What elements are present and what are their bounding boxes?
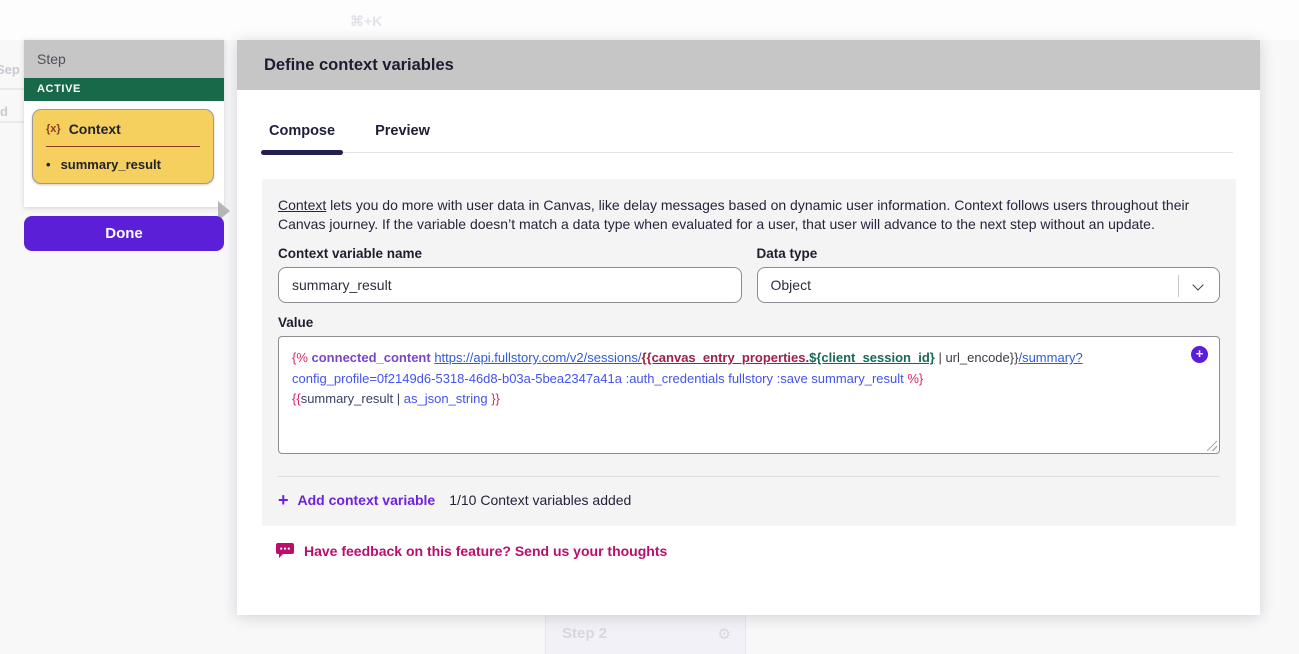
context-variable-list-item: • summary_result: [33, 147, 213, 183]
modal-header: Define context variables: [237, 40, 1260, 90]
step-popover: Step ACTIVE {x} Context • summary_result: [24, 40, 224, 207]
step-popover-title: Step: [24, 40, 224, 78]
bullet-icon: •: [46, 157, 51, 172]
background-divider: [0, 121, 24, 123]
tab-compose[interactable]: Compose: [261, 123, 343, 152]
type-field-label: Data type: [757, 246, 1221, 261]
context-card-header: {x} Context: [33, 110, 213, 144]
step-popover-body: {x} Context • summary_result: [24, 101, 224, 207]
modal-title: Define context variables: [237, 40, 1260, 90]
value-field-label: Value: [278, 315, 1220, 330]
tab-preview[interactable]: Preview: [367, 123, 438, 152]
select-divider: [1178, 275, 1179, 297]
canvas-backdrop: ⌘+K Sep d Step 2 ⚙ Step ACTIVE {x} Conte…: [0, 0, 1299, 654]
define-context-variables-modal: Define context variables Compose Preview…: [237, 40, 1260, 615]
name-field-group: Context variable name: [278, 246, 742, 303]
context-variables-icon: {x}: [46, 123, 61, 135]
context-description: Context lets you do more with user data …: [278, 196, 1220, 234]
variable-count-text: 1/10 Context variables added: [449, 492, 631, 508]
plus-circle-icon[interactable]: +: [1191, 346, 1208, 363]
context-card-title: Context: [69, 121, 121, 137]
clipped-background-text: d: [0, 104, 8, 119]
context-variable-form: Context lets you do more with user data …: [262, 179, 1236, 526]
gear-icon: ⚙: [718, 625, 731, 643]
liquid-code[interactable]: {% connected_content https://api.fullsto…: [292, 348, 1181, 410]
plus-icon: +: [278, 493, 289, 507]
type-field-group: Data type Object: [757, 246, 1221, 303]
data-type-selected-value: Object: [771, 277, 811, 293]
add-context-variable-label: Add context variable: [298, 492, 436, 508]
backdrop-top-strip: [0, 0, 1299, 40]
command-k-shortcut-hint: ⌘+K: [350, 13, 382, 30]
context-description-text: lets you do more with user data in Canva…: [278, 197, 1189, 232]
background-divider: [0, 88, 24, 90]
section-divider: [278, 476, 1220, 477]
data-type-select[interactable]: Object: [757, 267, 1221, 303]
feedback-link-label: Have feedback on this feature? Send us y…: [304, 543, 667, 559]
speech-bubble-icon: [276, 543, 294, 559]
name-field-label: Context variable name: [278, 246, 742, 261]
chevron-down-icon: [1192, 279, 1203, 290]
add-variable-row: + Add context variable 1/10 Context vari…: [278, 492, 1220, 512]
feedback-link[interactable]: Have feedback on this feature? Send us y…: [276, 543, 1260, 559]
resize-handle[interactable]: [1207, 441, 1217, 451]
add-context-variable-button[interactable]: + Add context variable: [278, 492, 435, 508]
context-variable-name-input[interactable]: [278, 267, 742, 303]
tab-bar: Compose Preview: [261, 123, 1233, 153]
clipped-background-text: Sep: [0, 62, 20, 77]
faded-step2-card: Step 2 ⚙: [545, 612, 746, 654]
fields-row: Context variable name Data type Object: [278, 246, 1220, 303]
done-button[interactable]: Done: [24, 216, 224, 251]
status-badge: ACTIVE: [24, 78, 224, 101]
context-step-card[interactable]: {x} Context • summary_result: [32, 109, 214, 184]
value-editor[interactable]: {% connected_content https://api.fullsto…: [278, 336, 1220, 454]
context-doc-link[interactable]: Context: [278, 197, 326, 213]
context-variable-name: summary_result: [61, 157, 161, 172]
faded-step2-label: Step 2: [562, 625, 607, 642]
